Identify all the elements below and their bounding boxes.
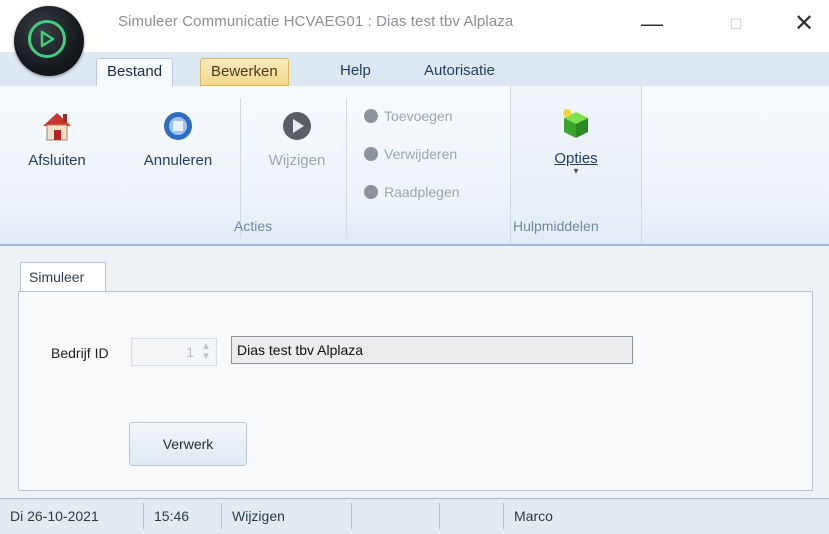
acties-group-label: Acties [234,218,273,234]
minimize-button[interactable]: — [632,6,672,42]
simuleer-panel: Bedrijf ID 1 ▲ ▼ Dias test tbv Alplaza Ve… [18,291,813,491]
view-icon [364,185,378,199]
status-empty-cell [356,503,440,529]
status-empty-cell [444,503,504,529]
tab-bewerken[interactable]: Bewerken [200,58,289,86]
delete-icon [364,147,378,161]
app-logo-icon [28,20,66,58]
hulpmiddelen-group: Opties ▾ Hulpmiddelen [510,86,642,244]
application-window: Simuleer Communicatie HCVAEG01 : Dias te… [0,0,829,534]
close-button[interactable]: ✕ [784,6,824,42]
tab-autorisatie[interactable]: Autorisatie [414,58,505,86]
verwerk-button[interactable]: Verwerk [129,422,247,466]
chevron-down-icon: ▾ [573,166,579,177]
raadplegen-button[interactable]: Raadplegen [364,180,460,204]
house-icon [43,113,71,141]
status-user: Marco [514,508,553,524]
add-icon [364,109,378,123]
annuleren-button[interactable]: Annuleren [128,106,228,169]
wijzigen-label: Wijzigen [268,152,326,169]
status-bar: Di 26-10-2021 15:46 Wijzigen Marco [0,498,829,534]
status-time: 15:46 [148,503,222,529]
tab-help[interactable]: Help [330,58,381,86]
opties-label: Opties [554,150,598,167]
afsluiten-label: Afsluiten [28,152,86,169]
window-title: Simuleer Communicatie HCVAEG01 : Dias te… [118,13,514,30]
ribbon: Afsluiten Annuleren Wijzigen Toevoegen V… [0,86,829,246]
ribbon-separator [240,98,241,238]
raadplegen-label: Raadplegen [384,184,460,200]
spinner-arrows-icon[interactable]: ▲ ▼ [199,342,213,362]
ribbon-separator [346,98,347,238]
tab-simuleer[interactable]: Simuleer [20,262,106,292]
status-date: Di 26-10-2021 [4,503,144,529]
opties-button[interactable]: Opties ▾ [531,104,621,177]
status-mode: Wijzigen [226,503,352,529]
cancel-icon [164,112,192,140]
hulpmiddelen-group-label: Hulpmiddelen [513,218,599,234]
toevoegen-label: Toevoegen [384,108,453,124]
verwijderen-label: Verwijderen [384,146,458,162]
company-name-field[interactable]: Dias test tbv Alplaza [231,336,633,364]
tab-bestand[interactable]: Bestand [96,58,174,86]
maximize-button[interactable]: ☐ [716,6,756,42]
ribbon-tab-bar: Bestand Bewerken Help Autorisatie [0,52,829,87]
title-bar: Simuleer Communicatie HCVAEG01 : Dias te… [0,0,829,52]
toevoegen-button[interactable]: Toevoegen [364,104,453,128]
green-cube-icon [563,109,588,138]
annuleren-label: Annuleren [143,152,213,169]
afsluiten-button[interactable]: Afsluiten [18,106,96,169]
main-content: Simuleer Bedrijf ID 1 ▲ ▼ Dias test tbv A… [0,246,829,498]
application-menu-button[interactable] [14,6,84,76]
bedrijf-id-label: Bedrijf ID [51,345,109,361]
wijzigen-button[interactable]: Wijzigen [254,106,340,169]
verwijderen-button[interactable]: Verwijderen [364,142,457,166]
play-icon [283,112,311,140]
